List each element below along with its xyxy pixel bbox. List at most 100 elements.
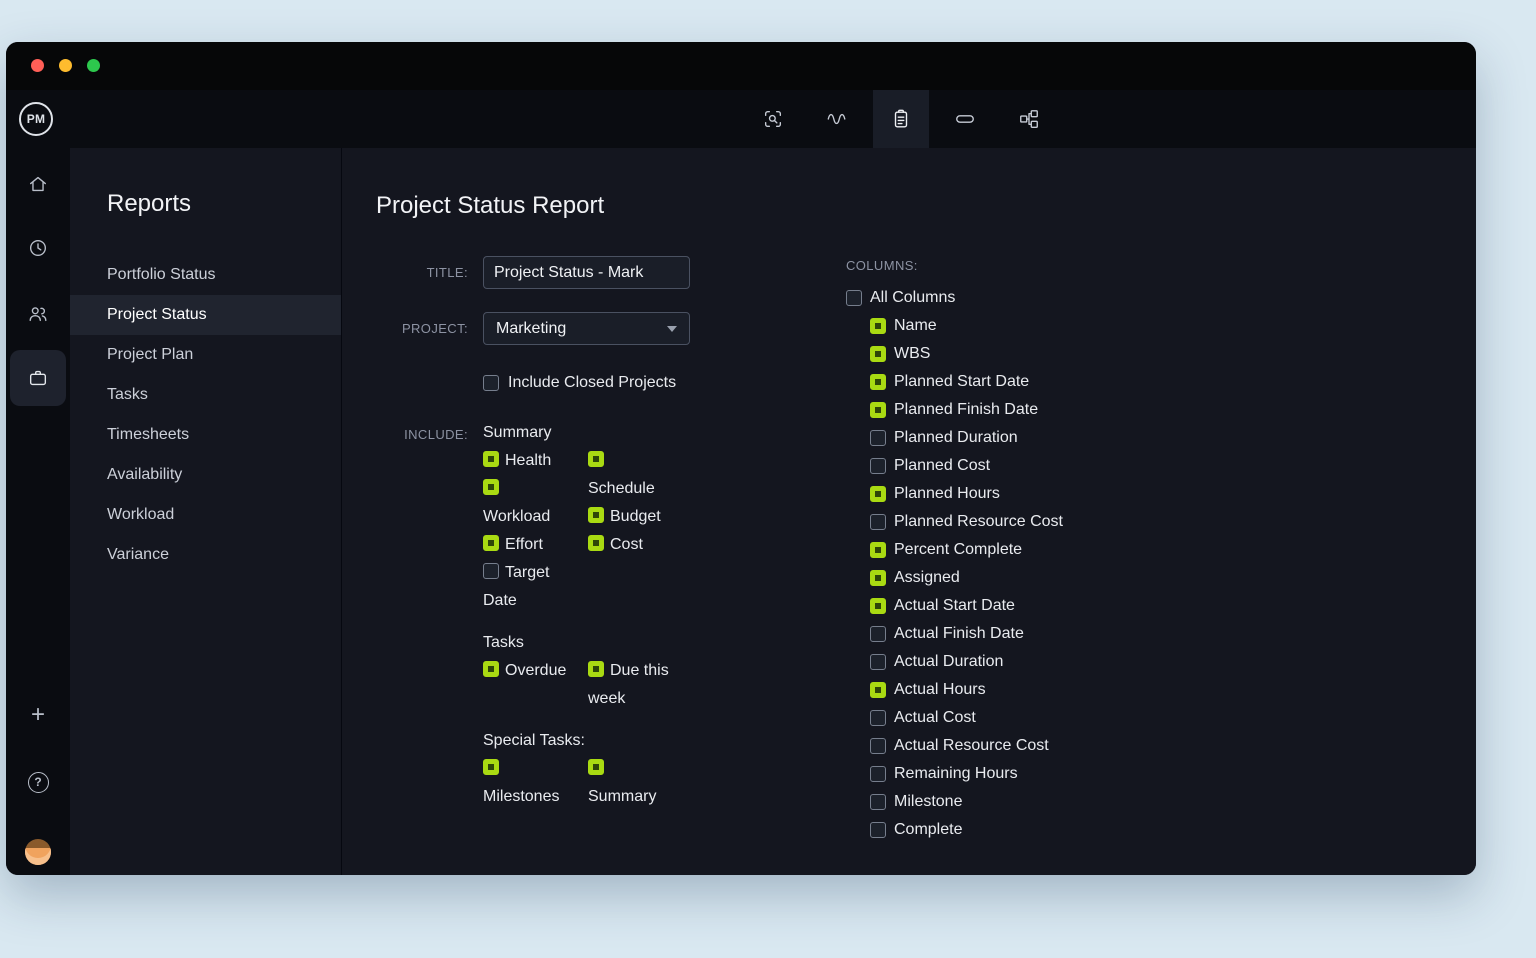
include-closed-label: Include Closed Projects xyxy=(508,374,676,392)
column-option[interactable]: Planned Finish Date xyxy=(846,396,1063,424)
column-option[interactable]: Actual Hours xyxy=(846,676,1063,704)
checkbox[interactable] xyxy=(870,682,886,698)
checkbox[interactable] xyxy=(483,661,499,677)
summary-option-label: Schedule xyxy=(588,480,655,497)
minimize-button[interactable] xyxy=(59,59,72,72)
summary-option[interactable]: Workload xyxy=(483,475,569,531)
checkbox[interactable] xyxy=(870,570,886,586)
tasks-option[interactable]: Due this week xyxy=(588,657,674,713)
checkbox[interactable] xyxy=(870,514,886,530)
checkbox[interactable] xyxy=(870,654,886,670)
sidebar-item-label: Tasks xyxy=(107,386,148,404)
checkbox[interactable] xyxy=(588,451,604,467)
checkbox[interactable] xyxy=(483,563,499,579)
sidebar-item[interactable]: Project Status xyxy=(70,295,341,335)
timeline-bar-icon[interactable] xyxy=(937,90,993,148)
activity-icon[interactable] xyxy=(809,90,865,148)
zoom-button[interactable] xyxy=(87,59,100,72)
sidebar-item[interactable]: Availability xyxy=(70,455,341,495)
checkbox[interactable] xyxy=(588,507,604,523)
checkbox[interactable] xyxy=(870,486,886,502)
checkbox[interactable] xyxy=(870,542,886,558)
summary-option[interactable]: Effort xyxy=(483,531,569,559)
tasks-options: Overdue Due this week xyxy=(483,657,743,713)
checkbox[interactable] xyxy=(870,738,886,754)
checkbox[interactable] xyxy=(588,759,604,775)
team-icon[interactable] xyxy=(10,286,66,342)
checkbox[interactable] xyxy=(870,374,886,390)
include-closed-checkbox[interactable] xyxy=(483,375,499,391)
sidebar-item[interactable]: Workload xyxy=(70,495,341,535)
summary-option[interactable]: Cost xyxy=(588,531,674,559)
special-tasks-option[interactable]: Summary xyxy=(588,755,674,811)
sidebar-item-label: Variance xyxy=(107,546,169,564)
checkbox[interactable] xyxy=(870,766,886,782)
sidebar-item[interactable]: Project Plan xyxy=(70,335,341,375)
close-button[interactable] xyxy=(31,59,44,72)
app-logo[interactable]: PM xyxy=(19,102,53,136)
page-search-icon[interactable] xyxy=(745,90,801,148)
add-icon[interactable]: + xyxy=(10,687,66,743)
checkbox[interactable] xyxy=(483,535,499,551)
column-option[interactable]: Percent Complete xyxy=(846,536,1063,564)
checkbox[interactable] xyxy=(483,479,499,495)
user-avatar[interactable] xyxy=(10,824,66,875)
clock-icon[interactable] xyxy=(10,220,66,276)
checkbox[interactable] xyxy=(870,822,886,838)
columns-section: COLUMNS: All Columns Name WBS xyxy=(846,252,1063,844)
sidebar-item[interactable]: Tasks xyxy=(70,375,341,415)
column-option[interactable]: Actual Duration xyxy=(846,648,1063,676)
sidebar-item[interactable]: Portfolio Status xyxy=(70,255,341,295)
help-icon[interactable]: ? xyxy=(10,754,66,810)
column-option[interactable]: Assigned xyxy=(846,564,1063,592)
special-tasks-options: Milestones Summary xyxy=(483,755,743,811)
all-columns-row[interactable]: All Columns xyxy=(846,284,1063,312)
summary-option[interactable]: Budget xyxy=(588,503,674,531)
column-option[interactable]: Complete xyxy=(846,816,1063,844)
column-option[interactable]: Actual Finish Date xyxy=(846,620,1063,648)
all-columns-checkbox[interactable] xyxy=(846,290,862,306)
checkbox[interactable] xyxy=(483,451,499,467)
checkbox[interactable] xyxy=(588,535,604,551)
checkbox[interactable] xyxy=(870,346,886,362)
projects-briefcase-icon[interactable] xyxy=(10,350,66,406)
checkbox[interactable] xyxy=(870,458,886,474)
column-option[interactable]: WBS xyxy=(846,340,1063,368)
checkbox[interactable] xyxy=(870,430,886,446)
column-option[interactable]: Milestone xyxy=(846,788,1063,816)
checkbox[interactable] xyxy=(870,710,886,726)
column-option[interactable]: Planned Cost xyxy=(846,452,1063,480)
checkbox[interactable] xyxy=(588,661,604,677)
column-option[interactable]: Actual Cost xyxy=(846,704,1063,732)
project-select[interactable]: Marketing xyxy=(483,312,690,345)
special-tasks-option[interactable]: Milestones xyxy=(483,755,569,811)
checkbox[interactable] xyxy=(483,759,499,775)
checkbox[interactable] xyxy=(870,402,886,418)
tasks-option[interactable]: Overdue xyxy=(483,657,569,713)
workflow-icon[interactable] xyxy=(1001,90,1057,148)
sidebar-item[interactable]: Variance xyxy=(70,535,341,575)
include-closed-projects-row[interactable]: Include Closed Projects xyxy=(483,374,676,392)
report-title-input[interactable] xyxy=(483,256,690,289)
column-option-label: Planned Start Date xyxy=(894,368,1029,396)
checkbox[interactable] xyxy=(870,626,886,642)
sidebar-item[interactable]: Timesheets xyxy=(70,415,341,455)
column-option[interactable]: Actual Start Date xyxy=(846,592,1063,620)
report-clipboard-icon[interactable] xyxy=(873,90,929,148)
summary-option[interactable]: Health xyxy=(483,447,569,475)
column-option[interactable]: Remaining Hours xyxy=(846,760,1063,788)
column-option-label: Planned Duration xyxy=(894,424,1018,452)
checkbox[interactable] xyxy=(870,318,886,334)
summary-option[interactable]: Target Date xyxy=(483,559,569,615)
avatar-image xyxy=(25,839,51,865)
column-option[interactable]: Name xyxy=(846,312,1063,340)
column-option[interactable]: Planned Resource Cost xyxy=(846,508,1063,536)
column-option[interactable]: Planned Hours xyxy=(846,480,1063,508)
column-option[interactable]: Planned Start Date xyxy=(846,368,1063,396)
column-option[interactable]: Planned Duration xyxy=(846,424,1063,452)
summary-option[interactable]: Schedule xyxy=(588,447,674,503)
checkbox[interactable] xyxy=(870,794,886,810)
column-option[interactable]: Actual Resource Cost xyxy=(846,732,1063,760)
checkbox[interactable] xyxy=(870,598,886,614)
home-icon[interactable] xyxy=(10,156,66,212)
